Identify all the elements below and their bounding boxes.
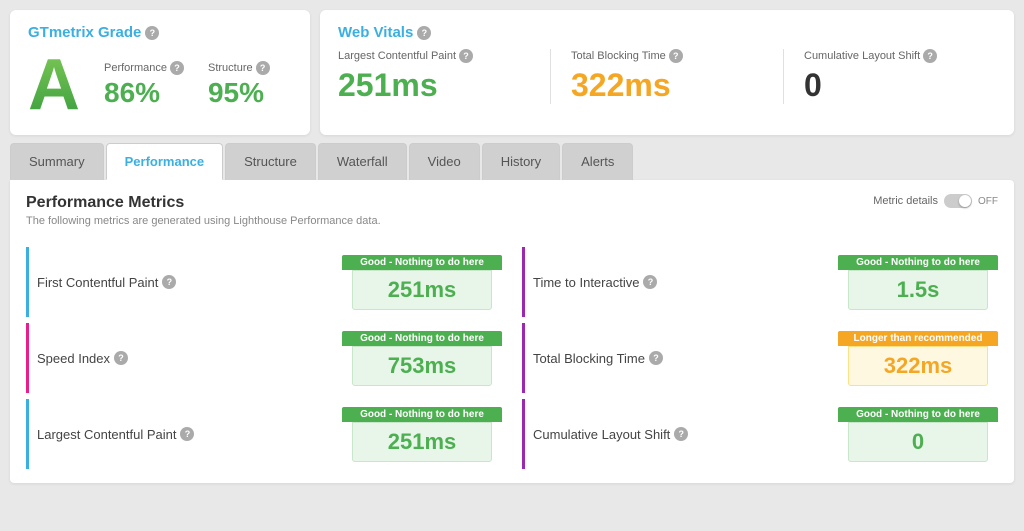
cls-vital: Cumulative Layout Shift ? 0: [804, 49, 996, 104]
web-vitals-header: Web Vitals ?: [338, 24, 996, 41]
vital-divider-1: [550, 49, 551, 104]
cls-info-icon[interactable]: ?: [674, 427, 688, 441]
value-box-lcp: 251ms: [352, 422, 492, 462]
status-badge-tbt: Longer than recommended: [838, 331, 998, 346]
tabs-bar: Summary Performance Structure Waterfall …: [0, 143, 1024, 180]
lcp-info-icon[interactable]: ?: [459, 49, 473, 63]
value-box-tbt: 322ms: [848, 346, 988, 386]
cls-label: Cumulative Layout Shift: [804, 50, 920, 62]
metric-value-fcp: Good - Nothing to do here 251ms: [342, 255, 502, 310]
lcp-vital: Largest Contentful Paint ? 251ms: [338, 49, 530, 104]
status-badge-si: Good - Nothing to do here: [342, 331, 502, 346]
perf-row-fcp: First Contentful Paint ? Good - Nothing …: [26, 247, 502, 317]
lcp-label: Largest Contentful Paint: [338, 50, 456, 62]
cls-value: 0: [804, 67, 996, 104]
section-title: Performance Metrics: [26, 194, 998, 212]
gtmetrix-label: GTmetrix Grade: [28, 24, 141, 41]
structure-info-icon[interactable]: ?: [256, 61, 270, 75]
tab-waterfall[interactable]: Waterfall: [318, 143, 407, 180]
value-box-tti: 1.5s: [848, 270, 988, 310]
metric-value-lcp: Good - Nothing to do here 251ms: [342, 407, 502, 462]
value-badge-wrapper-cls: Good - Nothing to do here 0: [838, 407, 998, 462]
gtmetrix-info-icon[interactable]: ?: [145, 26, 159, 40]
perf-row-tbt: Total Blocking Time ? Longer than recomm…: [522, 323, 998, 393]
grade-letter: A: [28, 49, 80, 121]
tbt-info-icon[interactable]: ?: [669, 49, 683, 63]
web-vitals-info-icon[interactable]: ?: [417, 26, 431, 40]
tbt-vital: Total Blocking Time ? 322ms: [571, 49, 763, 104]
tab-summary[interactable]: Summary: [10, 143, 104, 180]
tbt-label: Total Blocking Time: [571, 50, 666, 62]
metric-label-tti: Time to Interactive ?: [533, 275, 838, 290]
value-box-si: 753ms: [352, 346, 492, 386]
toggle-off-label: OFF: [978, 196, 998, 207]
metric-label-lcp: Largest Contentful Paint ?: [37, 427, 342, 442]
tab-performance[interactable]: Performance: [106, 143, 223, 180]
tbt-value: 322ms: [571, 67, 763, 104]
section-subtitle: The following metrics are generated usin…: [26, 215, 998, 227]
tab-video[interactable]: Video: [409, 143, 480, 180]
value-box-fcp: 251ms: [352, 270, 492, 310]
perf-row-cls: Cumulative Layout Shift ? Good - Nothing…: [522, 399, 998, 469]
web-vitals-label: Web Vitals: [338, 24, 413, 41]
lcp-info-icon[interactable]: ?: [180, 427, 194, 441]
main-content: Metric details OFF Performance Metrics T…: [10, 180, 1014, 483]
value-badge-wrapper-tbt: Longer than recommended 322ms: [838, 331, 998, 386]
status-badge-fcp: Good - Nothing to do here: [342, 255, 502, 270]
gtmetrix-header: GTmetrix Grade ?: [28, 24, 270, 41]
structure-metric: Structure ? 95%: [208, 61, 270, 109]
metric-value-cls: Good - Nothing to do here 0: [838, 407, 998, 462]
metric-label-cls: Cumulative Layout Shift ?: [533, 427, 838, 442]
value-badge-wrapper-tti: Good - Nothing to do here 1.5s: [838, 255, 998, 310]
vital-divider-2: [783, 49, 784, 104]
web-vitals-card: Web Vitals ? Largest Contentful Paint ? …: [320, 10, 1014, 135]
metric-value-tbt: Longer than recommended 322ms: [838, 331, 998, 386]
structure-value: 95%: [208, 77, 270, 109]
status-badge-lcp: Good - Nothing to do here: [342, 407, 502, 422]
value-box-cls: 0: [848, 422, 988, 462]
value-badge-wrapper-lcp: Good - Nothing to do here 251ms: [342, 407, 502, 462]
toggle-dot: [959, 195, 971, 207]
metric-label-tbt: Total Blocking Time ?: [533, 351, 838, 366]
cls-info-icon[interactable]: ?: [923, 49, 937, 63]
performance-metric: Performance ? 86%: [104, 61, 184, 109]
si-info-icon[interactable]: ?: [114, 351, 128, 365]
tti-info-icon[interactable]: ?: [643, 275, 657, 289]
structure-label: Structure: [208, 62, 253, 74]
metric-details-toggle[interactable]: Metric details OFF: [873, 194, 998, 208]
metric-details-label: Metric details: [873, 195, 938, 207]
performance-info-icon[interactable]: ?: [170, 61, 184, 75]
tbt-info-icon[interactable]: ?: [649, 351, 663, 365]
metric-value-tti: Good - Nothing to do here 1.5s: [838, 255, 998, 310]
fcp-info-icon[interactable]: ?: [162, 275, 176, 289]
tab-history[interactable]: History: [482, 143, 560, 180]
metric-label-si: Speed Index ?: [37, 351, 342, 366]
tab-structure[interactable]: Structure: [225, 143, 316, 180]
metric-label-fcp: First Contentful Paint ?: [37, 275, 342, 290]
lcp-value: 251ms: [338, 67, 530, 104]
perf-grid: First Contentful Paint ? Good - Nothing …: [26, 247, 998, 469]
performance-value: 86%: [104, 77, 184, 109]
perf-row-lcp: Largest Contentful Paint ? Good - Nothin…: [26, 399, 502, 469]
value-badge-wrapper-fcp: Good - Nothing to do here 251ms: [342, 255, 502, 310]
toggle-switch[interactable]: [944, 194, 972, 208]
value-badge-wrapper-si: Good - Nothing to do here 753ms: [342, 331, 502, 386]
perf-row-si: Speed Index ? Good - Nothing to do here …: [26, 323, 502, 393]
tab-alerts[interactable]: Alerts: [562, 143, 633, 180]
status-badge-cls: Good - Nothing to do here: [838, 407, 998, 422]
perf-row-tti: Time to Interactive ? Good - Nothing to …: [522, 247, 998, 317]
status-badge-tti: Good - Nothing to do here: [838, 255, 998, 270]
performance-label: Performance: [104, 62, 167, 74]
metric-value-si: Good - Nothing to do here 753ms: [342, 331, 502, 386]
toggle-bg: [944, 194, 972, 208]
grade-card: GTmetrix Grade ? A Performance ? 86%: [10, 10, 310, 135]
